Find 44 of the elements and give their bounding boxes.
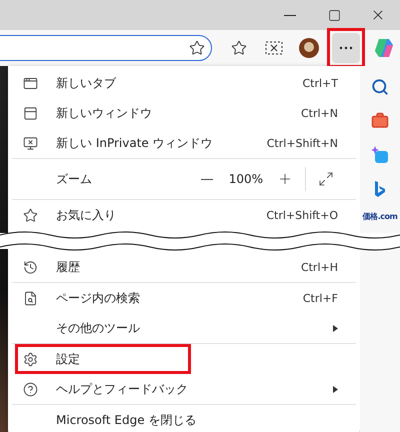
menu-item-label[interactable]: 新しいタブ bbox=[56, 74, 302, 92]
zoom-value: 100% bbox=[228, 172, 263, 186]
menu-item-label[interactable]: Microsoft Edge を閉じる bbox=[56, 412, 338, 428]
minus-icon bbox=[200, 178, 213, 180]
shortcut-text: Ctrl+N bbox=[300, 106, 338, 120]
menu-item-label[interactable]: 履歴 bbox=[56, 258, 301, 276]
menu-item-label[interactable]: 設定 bbox=[56, 350, 188, 368]
favorites-icon bbox=[22, 208, 38, 222]
search-icon bbox=[371, 78, 389, 96]
menu-item-label[interactable]: お気に入り bbox=[56, 206, 266, 224]
shortcut-text: Ctrl+Shift+O bbox=[266, 208, 338, 222]
history-icon bbox=[22, 260, 38, 274]
menu-item-label[interactable]: ページ内の検索 bbox=[56, 290, 303, 306]
zoom-label: ズーム bbox=[56, 170, 93, 188]
site-logo-button[interactable]: 価格.com bbox=[362, 212, 398, 222]
menu-item-label[interactable]: その他のツール bbox=[56, 320, 333, 336]
settings-icon bbox=[22, 352, 38, 366]
screenshot-icon bbox=[265, 41, 283, 55]
copilot-icon bbox=[373, 37, 395, 59]
favorite-star-icon[interactable] bbox=[189, 40, 205, 56]
more-icon bbox=[339, 46, 353, 50]
plus-icon bbox=[277, 171, 293, 187]
maximize-icon bbox=[328, 8, 340, 22]
menu-item-label[interactable]: 新しいウィンドウ bbox=[56, 104, 301, 122]
briefcase-icon bbox=[371, 112, 389, 130]
find-icon bbox=[22, 290, 38, 306]
inprivate-icon bbox=[22, 136, 38, 150]
window-icon bbox=[22, 106, 38, 120]
expand-icon bbox=[318, 171, 334, 187]
menu-item-label[interactable]: ヘルプとフィードバック bbox=[56, 380, 333, 398]
shortcut-text: Ctrl+H bbox=[300, 260, 338, 274]
star-icon bbox=[231, 40, 247, 56]
address-bar[interactable] bbox=[0, 35, 212, 61]
help-icon bbox=[22, 382, 38, 396]
submenu-arrow-icon bbox=[333, 324, 338, 332]
submenu-arrow-icon bbox=[333, 386, 338, 392]
shortcut-text: Ctrl+Shift+N bbox=[266, 136, 338, 150]
new-tab-icon bbox=[22, 76, 38, 90]
sparkle-image-icon bbox=[371, 146, 389, 164]
menu-item-label[interactable]: 新しい InPrivate ウィンドウ bbox=[56, 134, 267, 152]
shortcut-text: Ctrl+T bbox=[302, 76, 338, 90]
minimize-icon bbox=[284, 14, 296, 16]
bing-icon bbox=[374, 180, 386, 198]
shortcut-text: Ctrl+F bbox=[302, 292, 338, 304]
